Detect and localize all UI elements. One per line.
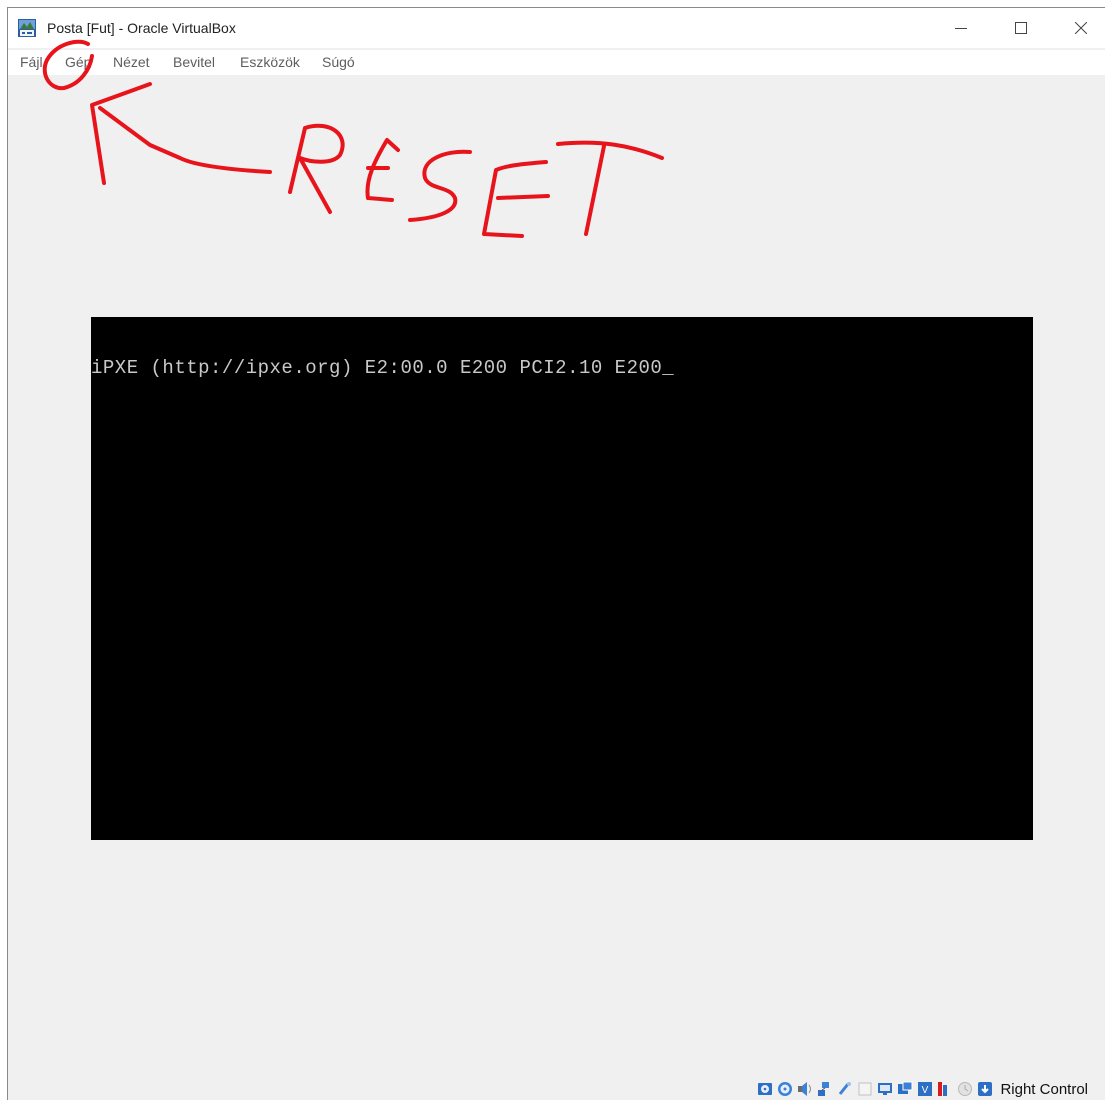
hard-disk-icon[interactable] — [756, 1080, 774, 1098]
minimize-button[interactable] — [932, 8, 990, 48]
menu-view[interactable]: Nézet — [113, 54, 150, 70]
console-text: iPXE (http://ipxe.org) E2:00.0 E200 PCI2… — [91, 357, 663, 379]
menu-bar: Fájl Gép Nézet Bevitel Eszközök Súgó — [8, 50, 1105, 75]
host-key-icon[interactable] — [976, 1080, 994, 1098]
network-icon[interactable] — [816, 1080, 834, 1098]
host-key-label: Right Control — [1000, 1080, 1088, 1098]
audio-icon[interactable] — [796, 1080, 814, 1098]
virtualbox-icon — [18, 19, 36, 37]
video-capture-icon[interactable] — [896, 1080, 914, 1098]
text-cursor: _ — [662, 357, 675, 379]
virtualbox-window: Posta [Fut] - Oracle VirtualBox Fájl Gép… — [7, 7, 1105, 1100]
close-icon — [1075, 22, 1087, 34]
window-title: Posta [Fut] - Oracle VirtualBox — [47, 20, 236, 36]
shared-folders-icon[interactable] — [856, 1080, 874, 1098]
mouse-integration-icon[interactable] — [956, 1080, 974, 1098]
menu-input[interactable]: Bevitel — [173, 54, 215, 70]
maximize-icon — [1015, 22, 1027, 34]
maximize-button[interactable] — [992, 8, 1050, 48]
status-bar: V Right Control — [756, 1078, 1088, 1100]
vm-screen[interactable]: iPXE (http://ipxe.org) E2:00.0 E200 PCI2… — [91, 317, 1033, 840]
title-bar[interactable]: Posta [Fut] - Oracle VirtualBox — [8, 8, 1105, 48]
close-button[interactable] — [1052, 8, 1105, 48]
optical-drive-icon[interactable] — [776, 1080, 794, 1098]
cpu-activity-icon[interactable] — [936, 1080, 954, 1098]
menu-devices[interactable]: Eszközök — [240, 54, 300, 70]
usb-icon[interactable] — [836, 1080, 854, 1098]
menu-help[interactable]: Súgó — [322, 54, 355, 70]
display-icon[interactable] — [876, 1080, 894, 1098]
svg-text:V: V — [922, 1085, 929, 1096]
minimize-icon — [955, 28, 967, 29]
menu-machine[interactable]: Gép — [65, 54, 91, 70]
virtualization-icon[interactable]: V — [916, 1080, 934, 1098]
console-output: iPXE (http://ipxe.org) E2:00.0 E200 PCI2… — [91, 357, 674, 379]
menu-file[interactable]: Fájl — [20, 54, 43, 70]
